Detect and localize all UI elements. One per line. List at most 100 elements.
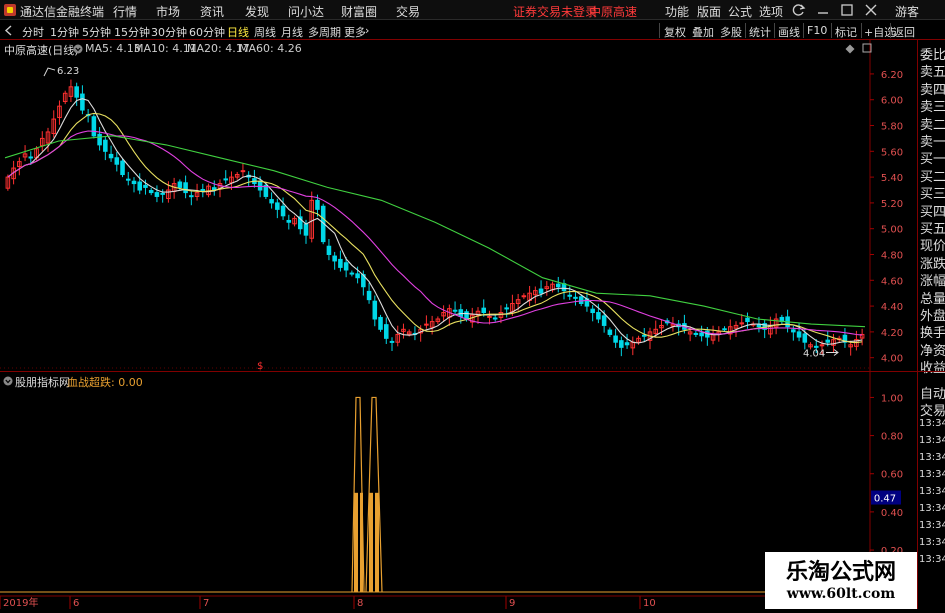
login-status[interactable]: 证券交易未登录 <box>513 3 597 20</box>
candle-down <box>813 345 819 348</box>
guest-label[interactable]: 游客 <box>895 3 919 20</box>
period-tab-multi[interactable]: 多周期 <box>308 24 341 40</box>
indicator-name: 股朋指标网 <box>15 376 70 389</box>
period-toolbar: 分时 1分钟 5分钟 15分钟 30分钟 60分钟 日线 周线 月线 多周期 更… <box>0 21 945 40</box>
event-marker: $ <box>257 361 263 371</box>
chart-settings-icon[interactable] <box>845 44 855 54</box>
low-price-pointer <box>826 349 839 356</box>
close-icon[interactable] <box>864 3 878 17</box>
side-label: 卖一 <box>920 135 945 150</box>
toolbar-button-adjust[interactable]: 复权 <box>664 24 686 40</box>
period-tab-timeshare[interactable]: 分时 <box>22 24 44 40</box>
menu-item-options[interactable]: 选项 <box>759 3 783 20</box>
period-tab-1min[interactable]: 1分钟 <box>50 24 79 40</box>
period-tab-more[interactable]: 更多 <box>344 24 366 40</box>
toolbar-button-f10[interactable]: F10 <box>807 24 827 37</box>
candle-down <box>326 245 332 255</box>
ma-dropdown-icon[interactable] <box>73 44 83 54</box>
menu-item-function[interactable]: 功能 <box>665 3 689 20</box>
period-tab-weekly[interactable]: 周线 <box>254 24 276 40</box>
indicator-dropdown-icon[interactable] <box>3 376 13 386</box>
menu-item-wealth[interactable]: 财富圈 <box>341 3 377 20</box>
candle-down <box>269 199 274 204</box>
candle-down <box>492 317 498 320</box>
side-label: 收益 <box>920 361 945 377</box>
period-tab-30min[interactable]: 30分钟 <box>151 24 187 40</box>
candle-up <box>424 323 429 326</box>
minimize-icon[interactable] <box>816 3 830 17</box>
side-label: 现价 <box>920 239 945 255</box>
period-tab-daily[interactable]: 日线 <box>227 24 249 40</box>
ma60-line <box>4 135 866 328</box>
candle-down <box>114 157 120 165</box>
candle-down <box>504 307 509 310</box>
candle-down <box>791 329 796 333</box>
candle-down <box>154 192 160 197</box>
candle-down <box>596 312 601 320</box>
period-tab-5min[interactable]: 5分钟 <box>82 24 111 40</box>
menu-item-market[interactable]: 市场 <box>156 3 180 20</box>
toolbar-button-draw[interactable]: 画线 <box>778 24 800 40</box>
period-tab-15min[interactable]: 15分钟 <box>114 24 150 40</box>
kline-chart[interactable]: 6.20 6.00 5.80 5.60 5.40 5.20 5.00 4.80 4.60 4.40… <box>0 40 917 372</box>
trade-time: 13:34 <box>919 452 945 463</box>
side-label: 买五 <box>920 222 945 237</box>
side-label: 卖三 <box>920 100 945 116</box>
candle-down <box>607 329 613 335</box>
auto-trade-label[interactable]: 交易 <box>920 400 945 419</box>
candle-down <box>481 307 487 314</box>
menu-item-ask[interactable]: 问小达 <box>288 3 324 20</box>
period-tab-monthly[interactable]: 月线 <box>281 24 303 40</box>
candle-down <box>97 133 102 146</box>
candle-down <box>722 328 727 331</box>
candle-down <box>28 156 34 159</box>
indicator-tick-label: 0.60 <box>881 470 903 481</box>
chart-maximize-icon[interactable] <box>862 43 872 53</box>
trade-time: 13:34 <box>919 418 945 429</box>
side-label: 卖二 <box>920 117 945 133</box>
ma60-label: MA60: 4.26 <box>239 42 302 55</box>
price-tick-label: 4.40 <box>881 302 903 313</box>
candle-up <box>240 170 246 173</box>
candle-down <box>699 332 704 337</box>
toolbar-button-multistock[interactable]: 多股 <box>720 24 742 40</box>
side-label: 卖四 <box>920 82 945 98</box>
menu-item-news[interactable]: 资讯 <box>200 3 224 20</box>
candle-down <box>131 180 137 185</box>
stock-name-title: 中原高速 <box>589 5 638 19</box>
toolbar-button-overlay[interactable]: 叠加 <box>692 24 714 40</box>
candle-down <box>578 296 584 305</box>
price-tick-label: 4.80 <box>881 250 903 261</box>
ma10-line <box>7 112 863 344</box>
kline-pane[interactable]: 6.20 6.00 5.80 5.60 5.40 5.20 5.00 4.80 4.60 4.40… <box>0 40 917 372</box>
trade-time: 13:34 <box>919 554 945 565</box>
menu-item-layout[interactable]: 版面 <box>697 3 721 20</box>
side-label: 买一 <box>920 152 945 168</box>
candle-down <box>332 255 337 262</box>
low-price-annotation: 4.04 <box>803 349 825 360</box>
side-label: 总量 <box>920 291 945 307</box>
candle-down <box>120 160 125 176</box>
refresh-icon[interactable] <box>791 3 807 17</box>
trade-time: 13:34 <box>919 486 945 497</box>
candle-down <box>315 199 320 210</box>
watermark-logo: 乐淘公式网 www.60lt.com <box>765 552 917 609</box>
side-label: 换手 <box>920 326 945 342</box>
back-arrow-icon[interactable] <box>4 25 14 36</box>
menu-item-discover[interactable]: 发现 <box>245 3 269 20</box>
toolbar-button-stats[interactable]: 统计 <box>749 24 771 40</box>
more-chevron-icon[interactable]: › <box>365 24 369 37</box>
chart-title: 中原高速(日线) <box>4 44 79 57</box>
menu-item-trade[interactable]: 交易 <box>396 3 420 20</box>
indicator-signal-line <box>365 396 383 593</box>
candle-down <box>452 309 458 312</box>
toolbar-button-return[interactable]: 返回 <box>893 24 915 40</box>
candle-down <box>349 272 355 275</box>
candle-down <box>464 311 469 320</box>
maximize-icon[interactable] <box>840 3 854 17</box>
toolbar-button-mark[interactable]: 标记 <box>835 24 857 40</box>
menu-item-formula[interactable]: 公式 <box>728 3 752 20</box>
candle-down <box>573 296 578 299</box>
menu-item-quotes[interactable]: 行情 <box>113 3 137 20</box>
period-tab-60min[interactable]: 60分钟 <box>189 24 225 40</box>
